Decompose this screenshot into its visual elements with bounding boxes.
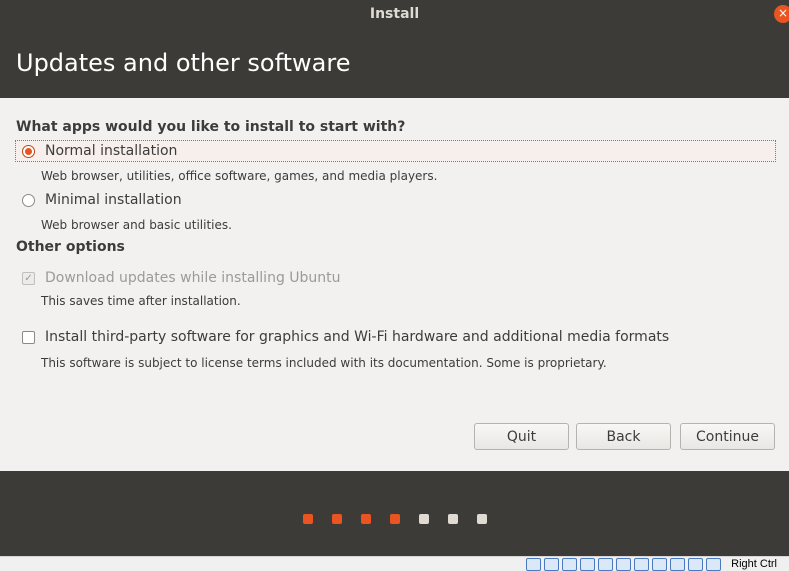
third-party-software-checkbox[interactable]: Install third-party software for graphic… bbox=[16, 327, 669, 347]
back-button[interactable]: Back bbox=[576, 423, 671, 450]
progress-footer bbox=[0, 471, 789, 556]
other-options-title: Other options bbox=[16, 239, 125, 255]
normal-installation-label[interactable]: Normal installation bbox=[45, 143, 177, 159]
checkbox-checked-icon: ✓ bbox=[22, 271, 35, 285]
normal-installation-description: Web browser, utilities, office software,… bbox=[41, 169, 438, 183]
shared-folder-icon[interactable] bbox=[616, 558, 631, 571]
progress-dot bbox=[361, 514, 371, 524]
download-updates-label: Download updates while installing Ubuntu bbox=[45, 270, 341, 286]
third-party-software-description: This software is subject to license term… bbox=[41, 356, 607, 370]
quit-button[interactable]: Quit bbox=[474, 423, 569, 450]
main-content: What apps would you like to install to s… bbox=[0, 98, 789, 471]
third-party-software-label[interactable]: Install third-party software for graphic… bbox=[45, 329, 669, 345]
host-key-label: Right Ctrl bbox=[731, 558, 777, 570]
audio-icon[interactable] bbox=[562, 558, 577, 571]
disk-icon[interactable] bbox=[526, 558, 541, 571]
progress-dot bbox=[303, 514, 313, 524]
continue-button[interactable]: Continue bbox=[680, 423, 775, 450]
normal-installation-radio[interactable]: Normal installation bbox=[15, 140, 776, 162]
page-header: Updates and other software bbox=[0, 28, 789, 98]
progress-dot bbox=[332, 514, 342, 524]
minimal-installation-radio[interactable]: Minimal installation bbox=[16, 190, 182, 210]
virtualization-icon[interactable] bbox=[670, 558, 685, 571]
minimal-installation-description: Web browser and basic utilities. bbox=[41, 218, 232, 232]
progress-dots bbox=[303, 514, 487, 524]
download-updates-description: This saves time after installation. bbox=[41, 294, 241, 308]
radio-unchecked-icon[interactable] bbox=[22, 193, 35, 207]
vbox-statusbar: Right Ctrl bbox=[0, 556, 789, 571]
display-icon[interactable] bbox=[634, 558, 649, 571]
progress-dot bbox=[477, 514, 487, 524]
window-title: Install bbox=[369, 6, 420, 22]
download-updates-checkbox: ✓ Download updates while installing Ubun… bbox=[16, 268, 341, 288]
close-icon[interactable]: × bbox=[774, 5, 789, 23]
progress-dot bbox=[419, 514, 429, 524]
radio-checked-icon[interactable] bbox=[22, 144, 35, 158]
network-icon[interactable] bbox=[580, 558, 595, 571]
mouse-integration-icon[interactable] bbox=[688, 558, 703, 571]
vbox-device-icons bbox=[526, 558, 721, 571]
progress-dot bbox=[448, 514, 458, 524]
install-type-question: What apps would you like to install to s… bbox=[16, 119, 406, 135]
recording-icon[interactable] bbox=[652, 558, 667, 571]
optical-drive-icon[interactable] bbox=[544, 558, 559, 571]
page-title: Updates and other software bbox=[16, 49, 351, 77]
checkbox-unchecked-icon[interactable] bbox=[22, 330, 35, 344]
window-titlebar: Install × bbox=[0, 0, 789, 28]
keyboard-icon[interactable] bbox=[706, 558, 721, 571]
progress-dot bbox=[390, 514, 400, 524]
usb-icon[interactable] bbox=[598, 558, 613, 571]
minimal-installation-label[interactable]: Minimal installation bbox=[45, 192, 182, 208]
